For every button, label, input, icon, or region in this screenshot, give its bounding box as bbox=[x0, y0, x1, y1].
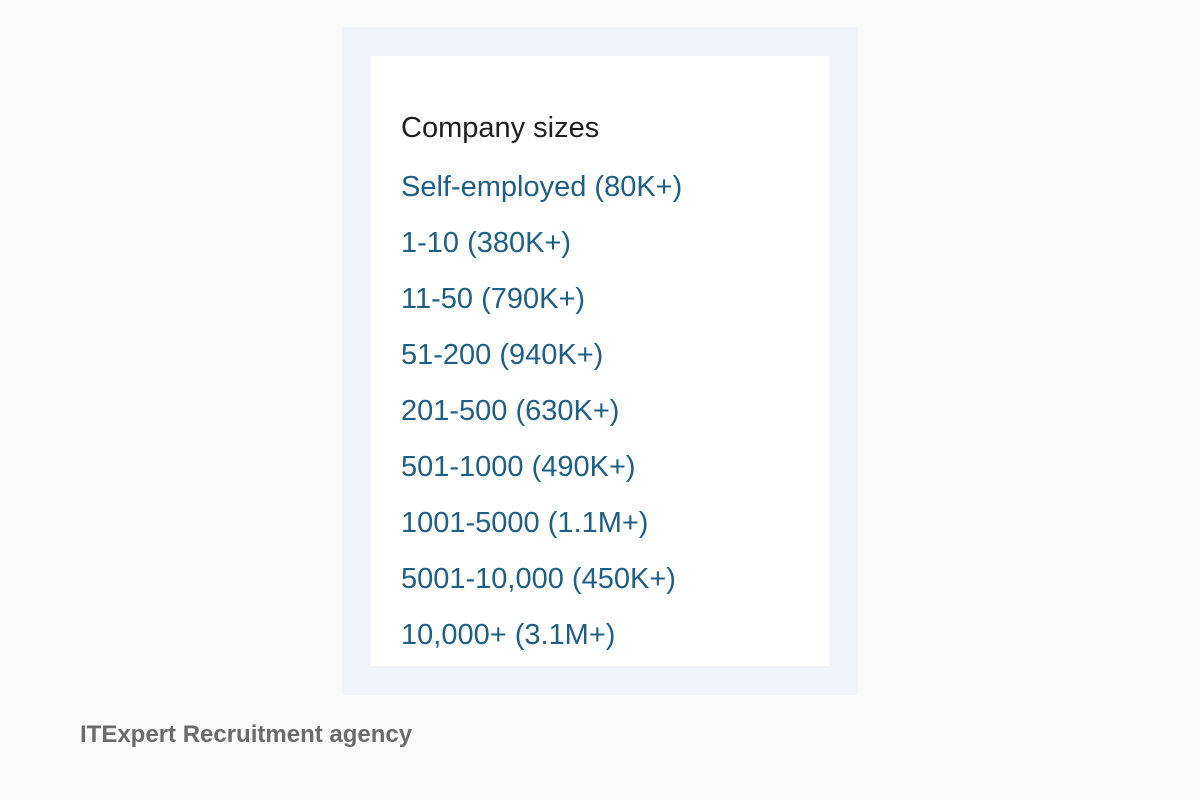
company-size-link-1-10[interactable]: 1-10 (380K+) bbox=[401, 225, 682, 281]
company-size-link-self-employed[interactable]: Self-employed (80K+) bbox=[401, 169, 682, 225]
company-sizes-list: Self-employed (80K+) 1-10 (380K+) 11-50 … bbox=[401, 169, 682, 673]
company-size-link-5001-10000[interactable]: 5001-10,000 (450K+) bbox=[401, 561, 682, 617]
company-sizes-title: Company sizes bbox=[401, 112, 600, 144]
company-sizes-panel: Company sizes Self-employed (80K+) 1-10 … bbox=[342, 27, 858, 695]
company-sizes-card: Company sizes Self-employed (80K+) 1-10 … bbox=[371, 56, 829, 666]
agency-caption: ITExpert Recruitment agency bbox=[80, 721, 413, 748]
company-size-link-501-1000[interactable]: 501-1000 (490K+) bbox=[401, 449, 682, 505]
company-size-link-201-500[interactable]: 201-500 (630K+) bbox=[401, 393, 682, 449]
company-size-link-1001-5000[interactable]: 1001-5000 (1.1M+) bbox=[401, 505, 682, 561]
company-size-link-11-50[interactable]: 11-50 (790K+) bbox=[401, 281, 682, 337]
company-size-link-51-200[interactable]: 51-200 (940K+) bbox=[401, 337, 682, 393]
company-size-link-10000-plus[interactable]: 10,000+ (3.1M+) bbox=[401, 617, 682, 673]
